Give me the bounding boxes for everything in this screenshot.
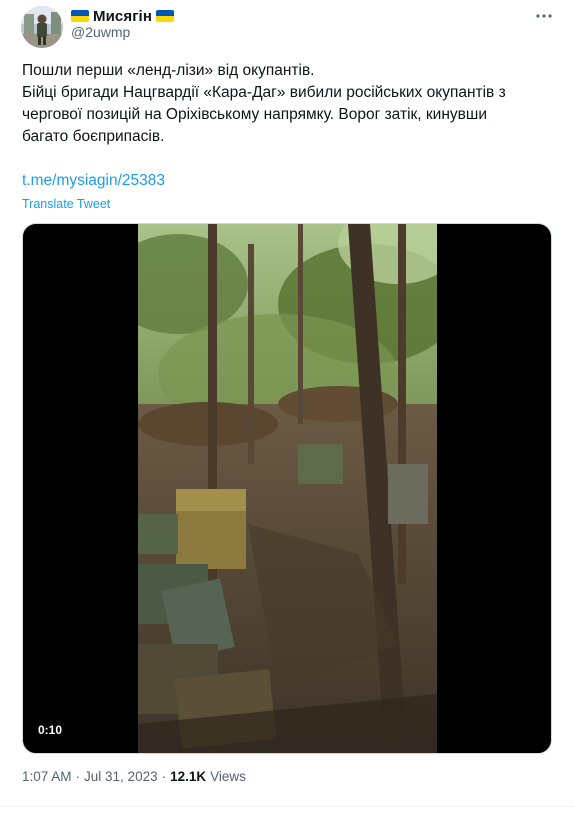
meta-separator: · <box>161 769 167 784</box>
tweet-time[interactable]: 1:07 AM <box>22 769 72 784</box>
tweet-text-line: багато боєприпасів. <box>22 128 165 145</box>
tweet-link[interactable]: t.me/mysiagin/25383 <box>22 172 165 190</box>
tweet-metadata: 1:07 AM · Jul 31, 2023 · 12.1K Views <box>22 769 246 784</box>
more-horizontal-icon[interactable] <box>532 4 556 28</box>
ukraine-flag-icon <box>71 10 89 22</box>
tweet-text-line: чергової позицій на Оріхівському напрямк… <box>22 106 487 123</box>
tweet-text-line: Пошли перши «ленд-лізи» від окупантів. <box>22 62 315 79</box>
divider <box>0 806 574 807</box>
video-player[interactable]: 0:10 <box>22 223 552 754</box>
tweet-text-line: Бійці бригади Нацгвардії «Кара-Даг» виби… <box>22 84 506 101</box>
views-label: Views <box>210 769 246 784</box>
tweet-date[interactable]: Jul 31, 2023 <box>84 769 158 784</box>
translate-tweet-button[interactable]: Translate Tweet <box>22 197 110 211</box>
ukraine-flag-icon <box>156 10 174 22</box>
author-name-row: Мисягін <box>71 6 174 26</box>
meta-separator: · <box>75 769 81 784</box>
author-display-name[interactable]: Мисягін <box>93 8 152 25</box>
tweet-text: Пошли перши «ленд-лізи» від окупантів. Б… <box>22 60 552 148</box>
views-count[interactable]: 12.1K <box>170 769 206 784</box>
author-handle[interactable]: @2uwmp <box>71 24 130 40</box>
tweet-card: Мисягін @2uwmp Пошли перши «ленд-лізи» в… <box>0 0 574 814</box>
video-duration: 0:10 <box>33 721 68 739</box>
avatar[interactable] <box>21 6 63 48</box>
video-frame <box>138 224 437 753</box>
